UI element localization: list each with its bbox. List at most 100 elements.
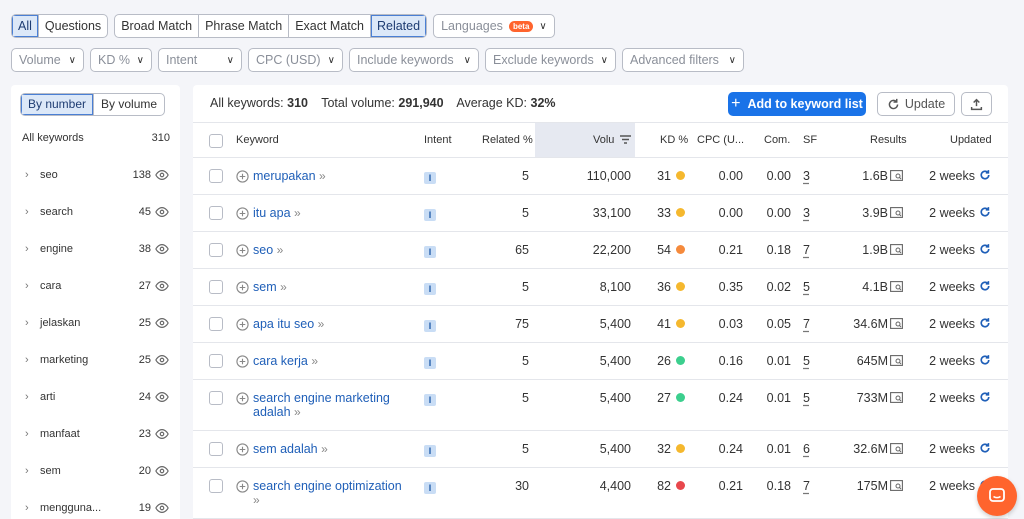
row-checkbox[interactable] bbox=[209, 317, 223, 331]
refresh-icon[interactable] bbox=[979, 206, 991, 218]
double-chevron-icon[interactable]: » bbox=[277, 243, 284, 257]
row-checkbox[interactable] bbox=[209, 442, 223, 456]
row-checkbox[interactable] bbox=[209, 391, 223, 405]
sidebar-group-item[interactable]: › cara 27 bbox=[11, 267, 180, 304]
serp-icon[interactable] bbox=[890, 207, 903, 218]
header-volume[interactable]: Volu bbox=[535, 123, 635, 157]
export-button[interactable] bbox=[961, 92, 992, 116]
refresh-icon[interactable] bbox=[979, 280, 991, 292]
refresh-icon[interactable] bbox=[979, 169, 991, 181]
header-keyword[interactable]: Keyword bbox=[236, 123, 279, 157]
tab-related[interactable]: Related bbox=[370, 15, 427, 37]
refresh-icon[interactable] bbox=[979, 317, 991, 329]
row-checkbox[interactable] bbox=[209, 243, 223, 257]
sf-cell[interactable]: 3 bbox=[803, 169, 810, 183]
header-com[interactable]: Com. bbox=[764, 123, 790, 157]
kd-dropdown[interactable]: KD % ∨ bbox=[90, 48, 152, 72]
refresh-icon[interactable] bbox=[979, 391, 991, 403]
serp-icon[interactable] bbox=[890, 443, 903, 454]
double-chevron-icon[interactable]: » bbox=[294, 405, 301, 419]
keyword-link[interactable]: search engine marketing bbox=[253, 391, 390, 405]
sidebar-group-item[interactable]: › manfaat 23 bbox=[11, 415, 180, 452]
keyword-link[interactable]: cara kerja bbox=[253, 354, 308, 368]
row-checkbox[interactable] bbox=[209, 206, 223, 220]
eye-icon[interactable] bbox=[155, 501, 169, 515]
sf-cell[interactable]: 7 bbox=[803, 317, 810, 331]
serp-icon[interactable] bbox=[890, 170, 903, 181]
add-keyword-icon[interactable] bbox=[236, 207, 249, 220]
sidebar-group-item[interactable]: › arti 24 bbox=[11, 378, 180, 415]
sf-cell[interactable]: 5 bbox=[803, 391, 810, 405]
keyword-link[interactable]: sem bbox=[253, 280, 277, 294]
serp-icon[interactable] bbox=[890, 392, 903, 403]
double-chevron-icon[interactable]: » bbox=[280, 280, 287, 294]
keyword-link[interactable]: seo bbox=[253, 243, 273, 257]
double-chevron-icon[interactable]: » bbox=[311, 354, 318, 368]
sf-cell[interactable]: 7 bbox=[803, 479, 810, 493]
row-checkbox[interactable] bbox=[209, 169, 223, 183]
header-cpc[interactable]: CPC (U... bbox=[697, 123, 744, 157]
add-keyword-icon[interactable] bbox=[236, 392, 249, 405]
cpc-dropdown[interactable]: CPC (USD) ∨ bbox=[248, 48, 343, 72]
tab-exact-match[interactable]: Exact Match bbox=[289, 15, 371, 37]
chat-button[interactable] bbox=[977, 476, 1017, 516]
update-button[interactable]: Update bbox=[877, 92, 955, 116]
keyword-link-continued[interactable]: adalah bbox=[253, 405, 291, 419]
eye-icon[interactable] bbox=[155, 353, 169, 367]
eye-icon[interactable] bbox=[155, 390, 169, 404]
row-checkbox[interactable] bbox=[209, 280, 223, 294]
add-keyword-icon[interactable] bbox=[236, 480, 249, 493]
eye-icon[interactable] bbox=[155, 168, 169, 182]
add-keyword-icon[interactable] bbox=[236, 281, 249, 294]
eye-icon[interactable] bbox=[155, 242, 169, 256]
header-kd[interactable]: KD % bbox=[660, 123, 688, 157]
add-keyword-icon[interactable] bbox=[236, 355, 249, 368]
keyword-link[interactable]: apa itu seo bbox=[253, 317, 314, 331]
eye-icon[interactable] bbox=[155, 279, 169, 293]
keyword-link[interactable]: search engine optimization bbox=[253, 479, 402, 493]
header-sf[interactable]: SF bbox=[803, 123, 817, 157]
add-keyword-icon[interactable] bbox=[236, 170, 249, 183]
sidebar-group-item[interactable]: › search 45 bbox=[11, 193, 180, 230]
sf-cell[interactable]: 6 bbox=[803, 442, 810, 456]
double-chevron-icon[interactable]: » bbox=[321, 442, 328, 456]
refresh-icon[interactable] bbox=[979, 442, 991, 454]
languages-dropdown[interactable]: Languages beta ∨ bbox=[433, 14, 555, 38]
header-updated[interactable]: Updated bbox=[950, 123, 992, 157]
by-number-button[interactable]: By number bbox=[21, 94, 95, 115]
add-keyword-icon[interactable] bbox=[236, 318, 249, 331]
tab-phrase-match[interactable]: Phrase Match bbox=[199, 15, 290, 37]
refresh-icon[interactable] bbox=[979, 354, 991, 366]
eye-icon[interactable] bbox=[155, 316, 169, 330]
intent-dropdown[interactable]: Intent ∨ bbox=[158, 48, 242, 72]
serp-icon[interactable] bbox=[890, 355, 903, 366]
sf-cell[interactable]: 5 bbox=[803, 280, 810, 294]
double-chevron-icon[interactable]: » bbox=[318, 317, 325, 331]
double-chevron-icon[interactable]: » bbox=[253, 493, 260, 507]
eye-icon[interactable] bbox=[155, 427, 169, 441]
tab-all[interactable]: All bbox=[12, 15, 39, 37]
sidebar-group-item[interactable]: › sem 20 bbox=[11, 452, 180, 489]
keyword-link[interactable]: sem adalah bbox=[253, 442, 318, 456]
header-results[interactable]: Results bbox=[870, 123, 907, 157]
add-keyword-icon[interactable] bbox=[236, 244, 249, 257]
serp-icon[interactable] bbox=[890, 281, 903, 292]
include-keywords-dropdown[interactable]: Include keywords ∨ bbox=[349, 48, 479, 72]
by-volume-button[interactable]: By volume bbox=[94, 94, 164, 115]
tab-questions[interactable]: Questions bbox=[39, 15, 107, 37]
serp-icon[interactable] bbox=[890, 480, 903, 491]
keyword-link[interactable]: itu apa bbox=[253, 206, 291, 220]
add-to-keyword-list-button[interactable]: + Add to keyword list bbox=[728, 92, 866, 116]
eye-icon[interactable] bbox=[155, 205, 169, 219]
add-keyword-icon[interactable] bbox=[236, 443, 249, 456]
keyword-link[interactable]: merupakan bbox=[253, 169, 316, 183]
refresh-icon[interactable] bbox=[979, 243, 991, 255]
sf-cell[interactable]: 3 bbox=[803, 206, 810, 220]
select-all-checkbox[interactable] bbox=[209, 134, 223, 148]
sf-cell[interactable]: 5 bbox=[803, 354, 810, 368]
eye-icon[interactable] bbox=[155, 464, 169, 478]
volume-dropdown[interactable]: Volume ∨ bbox=[11, 48, 84, 72]
header-intent[interactable]: Intent bbox=[424, 123, 452, 157]
advanced-filters-dropdown[interactable]: Advanced filters ∨ bbox=[622, 48, 744, 72]
sidebar-group-item[interactable]: › seo 138 bbox=[11, 156, 180, 193]
